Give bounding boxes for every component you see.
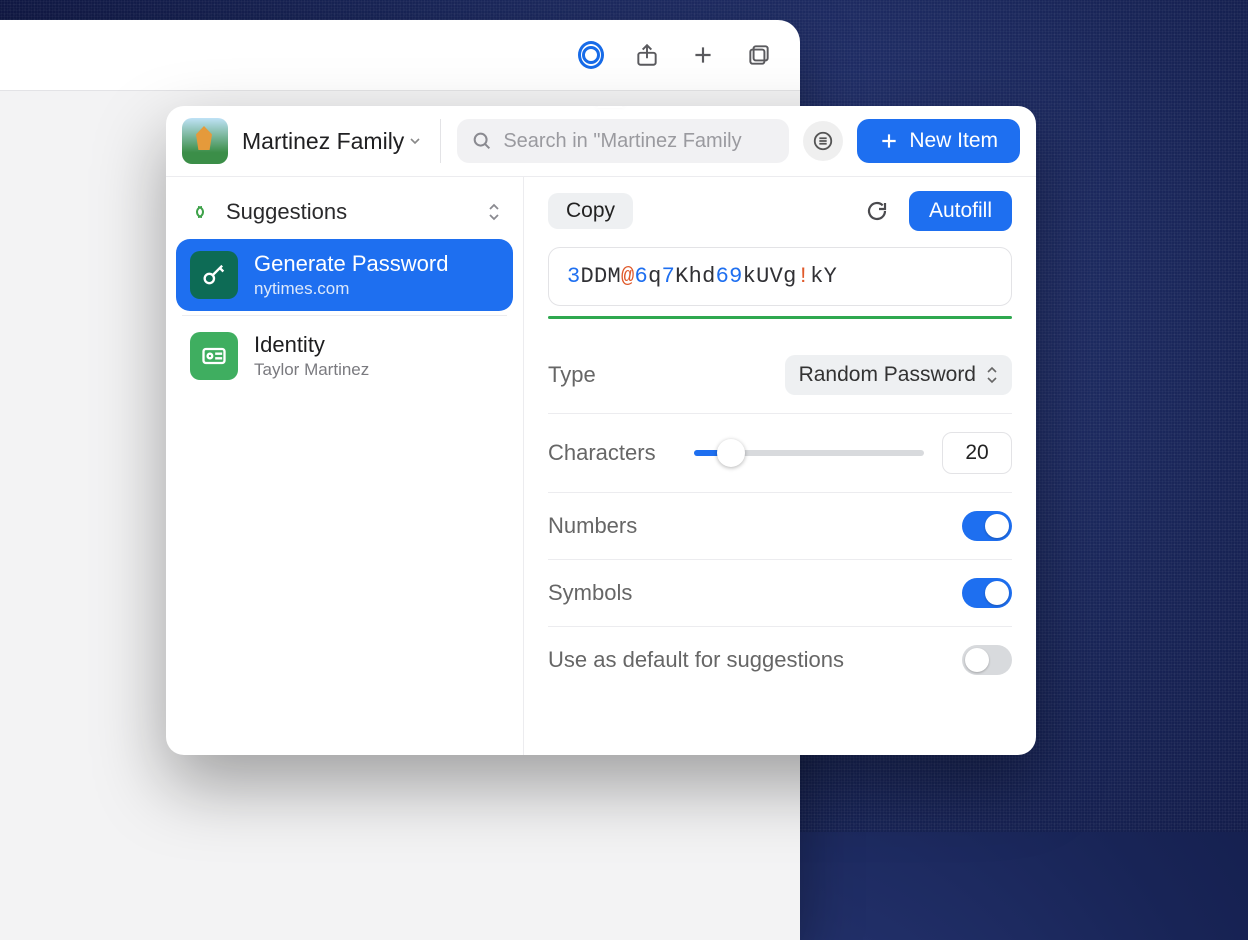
select-updown-icon: [986, 366, 998, 384]
item-generate-password[interactable]: Generate Password nytimes.com: [176, 239, 513, 311]
share-icon[interactable]: [634, 42, 660, 68]
regenerate-button[interactable]: [865, 199, 889, 223]
setting-numbers: Numbers: [548, 493, 1012, 560]
setting-symbols: Symbols: [548, 560, 1012, 627]
search-icon: [471, 130, 493, 152]
browser-toolbar: [0, 20, 800, 90]
tabs-overview-icon[interactable]: [746, 42, 772, 68]
item-title: Generate Password: [254, 251, 448, 277]
search-input[interactable]: [503, 130, 775, 153]
list-icon: [812, 130, 834, 152]
item-subtitle: Taylor Martinez: [254, 360, 369, 380]
popover-arrow: [596, 106, 624, 108]
onepassword-extension-icon[interactable]: [578, 42, 604, 68]
vault-avatar[interactable]: [182, 118, 228, 164]
characters-slider[interactable]: [694, 450, 924, 456]
new-tab-icon[interactable]: [690, 42, 716, 68]
vault-name[interactable]: Martinez Family: [242, 128, 420, 155]
sort-updown-icon: [487, 202, 501, 222]
suggestions-label: Suggestions: [226, 199, 347, 225]
new-item-button[interactable]: New Item: [857, 119, 1020, 163]
setting-characters: Characters 20: [548, 414, 1012, 493]
id-card-icon: [190, 332, 238, 380]
default-toggle[interactable]: [962, 645, 1012, 675]
item-identity[interactable]: Identity Taylor Martinez: [176, 320, 513, 392]
accounts-button[interactable]: [803, 121, 843, 161]
generated-password[interactable]: 3DDM@6q7Khd69kUVg!kY: [548, 247, 1012, 306]
key-icon: [190, 251, 238, 299]
symbols-toggle[interactable]: [962, 578, 1012, 608]
autofill-button[interactable]: Autofill: [909, 191, 1012, 231]
item-subtitle: nytimes.com: [254, 279, 448, 299]
numbers-toggle[interactable]: [962, 511, 1012, 541]
item-title: Identity: [254, 332, 369, 358]
refresh-icon: [865, 199, 889, 223]
right-column: Copy Autofill 3DDM@6q7Khd69kUVg!kY Type …: [524, 177, 1036, 755]
type-select[interactable]: Random Password: [785, 355, 1012, 395]
setting-default: Use as default for suggestions: [548, 627, 1012, 693]
characters-value[interactable]: 20: [942, 432, 1012, 474]
popover-header: Martinez Family New Item: [166, 106, 1036, 177]
suggestions-header[interactable]: Suggestions: [176, 187, 513, 239]
suggestions-icon: [188, 200, 212, 224]
left-column: Suggestions Generate Password nytimes.co…: [166, 177, 524, 755]
search-field[interactable]: [457, 119, 789, 163]
extension-popover: Martinez Family New Item: [166, 106, 1036, 755]
chevron-down-icon: [410, 136, 420, 146]
password-strength-bar: [548, 316, 1012, 319]
copy-button[interactable]: Copy: [548, 193, 633, 229]
setting-type: Type Random Password: [548, 337, 1012, 414]
plus-icon: [879, 131, 899, 151]
